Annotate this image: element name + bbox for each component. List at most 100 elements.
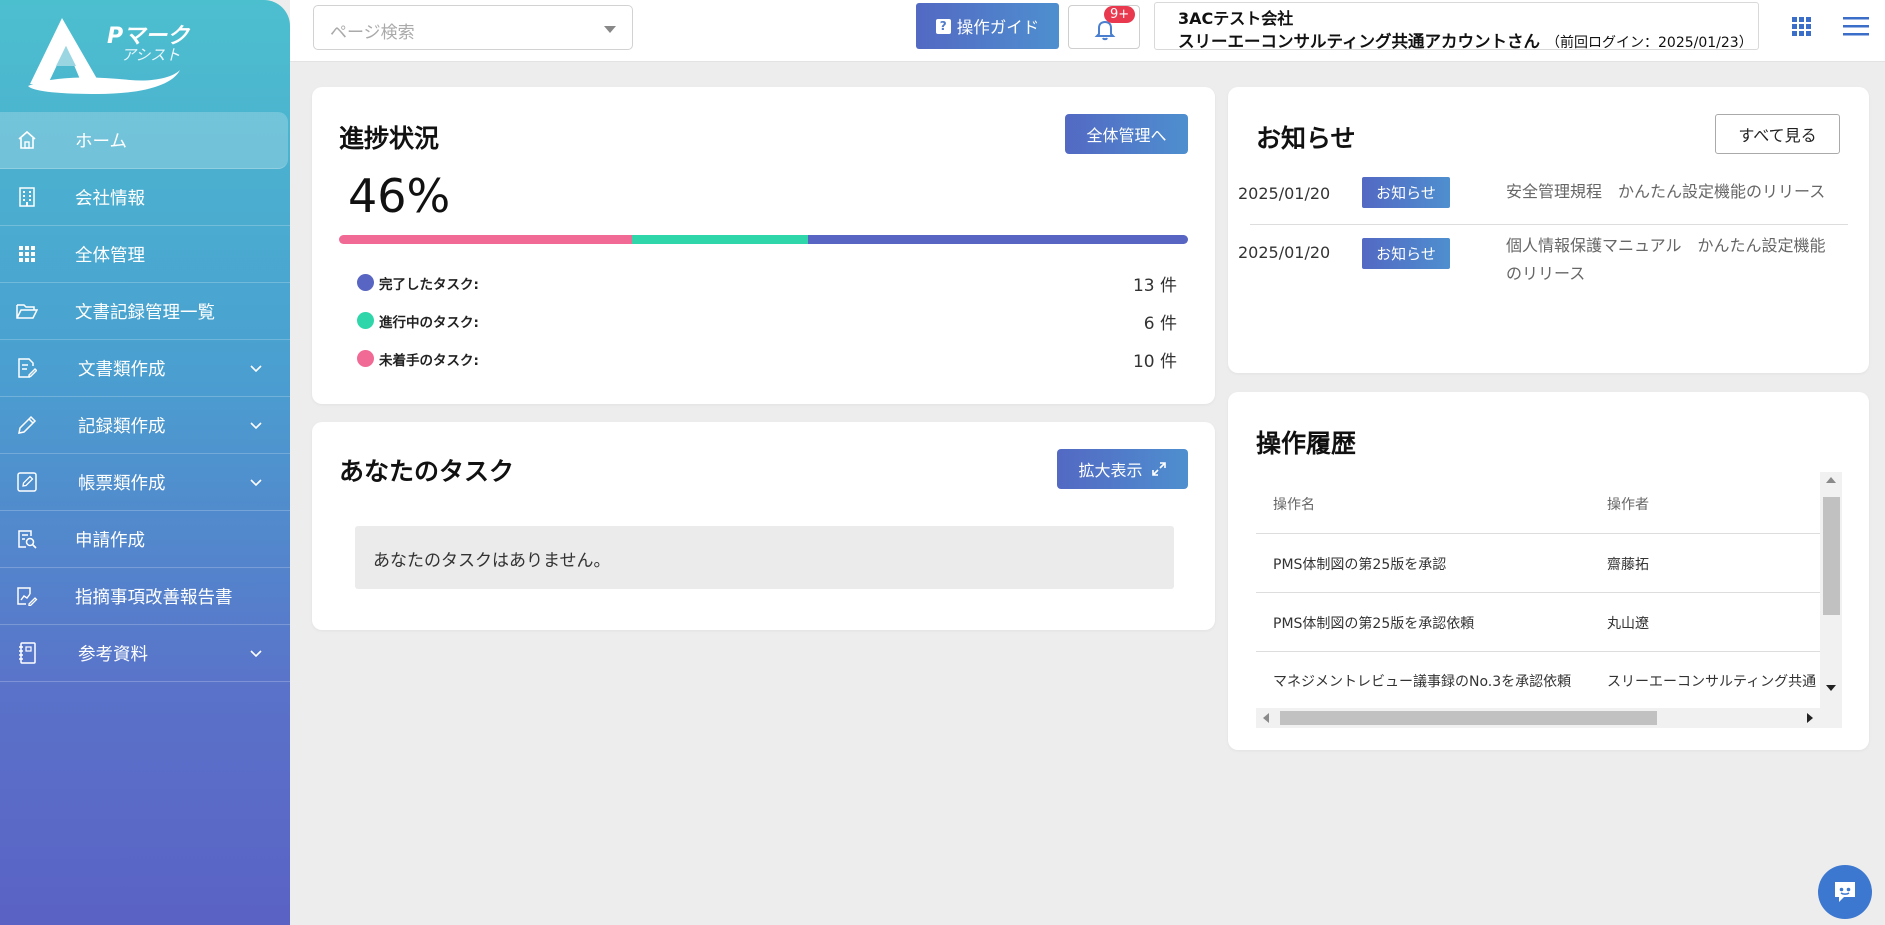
see-all-button[interactable]: すべて見る bbox=[1715, 114, 1840, 154]
sidebar-item-overall-management[interactable]: 全体管理 bbox=[0, 226, 290, 283]
table-row[interactable]: PMS体制図の第25版を承認依頼 丸山遼 bbox=[1256, 593, 1820, 652]
operator-cell: 丸山遼 bbox=[1607, 616, 1649, 632]
overall-management-button[interactable]: 全体管理へ bbox=[1065, 114, 1188, 154]
sidebar-item-company-info[interactable]: 会社情報 bbox=[0, 169, 290, 226]
question-icon: ? bbox=[935, 18, 951, 34]
empty-tasks-text: あなたのタスクはありません。 bbox=[373, 551, 611, 571]
status-dot bbox=[357, 312, 374, 329]
chat-support-button[interactable] bbox=[1818, 865, 1872, 919]
sidebar-item-reference[interactable]: 参考資料 bbox=[0, 625, 290, 682]
user-info[interactable]: 3ACテスト会社 スリーエーコンサルティング共通アカウントさん （前回ログイン：2… bbox=[1154, 2, 1759, 52]
scroll-down-arrow-icon[interactable] bbox=[1826, 684, 1836, 692]
table-row[interactable]: PMS体制図の第25版を承認 齋藤拓 bbox=[1256, 534, 1820, 593]
operator-cell: 齋藤拓 bbox=[1607, 557, 1649, 573]
sidebar-item-label: 参考資料 bbox=[78, 644, 148, 665]
see-all-label: すべて見る bbox=[1738, 126, 1817, 145]
scroll-up-arrow-icon[interactable] bbox=[1826, 476, 1836, 484]
chart-report-icon bbox=[16, 585, 38, 607]
news-badge: お知らせ bbox=[1362, 238, 1450, 269]
your-tasks-title: あなたのタスク bbox=[339, 457, 515, 486]
news-item[interactable]: 2025/01/20 お知らせ 個人情報保護マニュアル かんたん設定機能のリリー… bbox=[1222, 236, 1826, 297]
stat-completed: 完了したタスク: 13 件 bbox=[357, 270, 1177, 296]
building-icon bbox=[16, 186, 38, 208]
stat-in-progress: 進行中のタスク: 6 件 bbox=[357, 308, 1177, 334]
news-text[interactable]: 安全管理規程 かんたん設定機能のリリース bbox=[1506, 178, 1826, 206]
stat-value: 6 件 bbox=[1143, 314, 1177, 334]
progress-card: 進捗状況 全体管理へ 46% 完了したタスク: 13 件 進行中のタスク: 6 … bbox=[312, 87, 1215, 404]
sidebar-item-label: 全体管理 bbox=[75, 245, 145, 266]
chevron-down-icon[interactable] bbox=[248, 645, 264, 661]
operator-cell: スリーエーコンサルティング共通 bbox=[1607, 674, 1817, 690]
pencil-icon bbox=[16, 414, 38, 436]
logo-subtext: アシスト bbox=[121, 46, 181, 64]
sidebar: Pマーク アシスト ホーム 会社情報 全体管理 文書記録管理一覧 文書類作成 記… bbox=[0, 0, 290, 925]
chevron-down-icon[interactable] bbox=[248, 474, 264, 490]
chevron-down-icon[interactable] bbox=[248, 360, 264, 376]
sidebar-item-document-creation[interactable]: 文書類作成 bbox=[0, 340, 290, 397]
news-badge: お知らせ bbox=[1362, 177, 1450, 208]
notifications-button[interactable]: 9+ bbox=[1068, 5, 1140, 49]
progress-segment-in-progress bbox=[631, 235, 808, 244]
your-tasks-card: あなたのタスク 拡大表示 あなたのタスクはありません。 bbox=[312, 422, 1215, 630]
expand-view-label: 拡大表示 bbox=[1078, 461, 1143, 480]
sidebar-item-label: 会社情報 bbox=[75, 188, 145, 209]
progress-bar bbox=[339, 235, 1188, 244]
stat-not-started: 未着手のタスク: 10 件 bbox=[357, 346, 1177, 372]
vertical-scrollbar[interactable] bbox=[1820, 472, 1842, 708]
table-row[interactable]: マネジメントレビュー議事録のNo.3を承認依頼 スリーエーコンサルティング共通 bbox=[1256, 652, 1820, 711]
column-header-operation[interactable]: 操作名 bbox=[1273, 494, 1315, 514]
progress-segment-completed bbox=[807, 235, 1188, 244]
vertical-scroll-thumb[interactable] bbox=[1823, 497, 1840, 615]
sidebar-item-record-creation[interactable]: 記録類作成 bbox=[0, 397, 290, 454]
sidebar-item-document-list[interactable]: 文書記録管理一覧 bbox=[0, 283, 290, 340]
history-table-header: 操作名 操作者 bbox=[1256, 472, 1820, 534]
operation-guide-label: 操作ガイド bbox=[956, 18, 1040, 37]
hamburger-menu-icon[interactable] bbox=[1843, 16, 1869, 36]
news-date: 2025/01/20 bbox=[1238, 184, 1331, 203]
empty-tasks-box: あなたのタスクはありません。 bbox=[355, 526, 1174, 589]
history-table[interactable]: 操作名 操作者 PMS体制図の第25版を承認 齋藤拓 PMS体制図の第25版を承… bbox=[1256, 472, 1842, 728]
news-badge-label: お知らせ bbox=[1376, 245, 1436, 263]
square-pen-icon bbox=[16, 471, 38, 493]
sidebar-item-application[interactable]: 申請作成 bbox=[0, 511, 290, 568]
sidebar-item-improvement-report[interactable]: 指摘事項改善報告書 bbox=[0, 568, 290, 625]
stat-label: 完了したタスク: bbox=[379, 277, 479, 293]
scroll-left-arrow-icon[interactable] bbox=[1262, 713, 1270, 723]
apps-grid-icon[interactable] bbox=[1792, 17, 1812, 37]
page-search-select[interactable]: ページ検索 bbox=[313, 5, 633, 50]
sidebar-item-label: 文書記録管理一覧 bbox=[75, 302, 215, 323]
news-card: お知らせ すべて見る 2025/01/20 お知らせ 安全管理規程 かんたん設定… bbox=[1228, 87, 1869, 373]
stat-value: 10 件 bbox=[1132, 352, 1177, 372]
document-edit-icon bbox=[16, 357, 38, 379]
horizontal-scrollbar[interactable] bbox=[1256, 708, 1842, 728]
caret-down-icon bbox=[604, 26, 616, 33]
sidebar-nav: ホーム 会社情報 全体管理 文書記録管理一覧 文書類作成 記録類作成 帳票類作成… bbox=[0, 112, 290, 682]
news-date: 2025/01/20 bbox=[1238, 243, 1331, 262]
notification-badge: 9+ bbox=[1104, 6, 1136, 23]
expand-view-button[interactable]: 拡大表示 bbox=[1057, 449, 1188, 489]
expand-icon bbox=[1151, 462, 1166, 476]
company-name: 3ACテスト会社 bbox=[1178, 9, 1294, 28]
chat-bubble-icon bbox=[1835, 882, 1855, 902]
column-header-operator[interactable]: 操作者 bbox=[1607, 494, 1649, 514]
status-dot bbox=[357, 350, 374, 367]
sidebar-item-home[interactable]: ホーム bbox=[0, 112, 288, 169]
operation-history-card: 操作履歴 操作名 操作者 PMS体制図の第25版を承認 齋藤拓 PMS体制図の第… bbox=[1228, 392, 1869, 750]
home-icon bbox=[16, 129, 38, 151]
horizontal-scroll-thumb[interactable] bbox=[1280, 711, 1657, 725]
sidebar-item-label: ホーム bbox=[75, 131, 127, 152]
operation-guide-button[interactable]: ? 操作ガイド bbox=[916, 3, 1059, 49]
user-name-line: スリーエーコンサルティング共通アカウントさん （前回ログイン：2025/01/23… bbox=[1178, 28, 1753, 52]
operation-history-title: 操作履歴 bbox=[1256, 429, 1357, 458]
news-text[interactable]: 個人情報保護マニュアル かんたん設定機能のリリース bbox=[1506, 232, 1826, 288]
sidebar-item-form-creation[interactable]: 帳票類作成 bbox=[0, 454, 290, 511]
scroll-right-arrow-icon[interactable] bbox=[1806, 713, 1814, 723]
chevron-down-icon[interactable] bbox=[248, 417, 264, 433]
stat-label: 進行中のタスク: bbox=[379, 315, 479, 331]
progress-title: 進捗状況 bbox=[339, 124, 440, 153]
folder-open-icon bbox=[16, 300, 38, 322]
sidebar-item-label: 記録類作成 bbox=[78, 416, 166, 437]
notebook-icon bbox=[16, 642, 38, 664]
news-title: お知らせ bbox=[1256, 124, 1356, 153]
operation-cell: マネジメントレビュー議事録のNo.3を承認依頼 bbox=[1273, 674, 1572, 690]
